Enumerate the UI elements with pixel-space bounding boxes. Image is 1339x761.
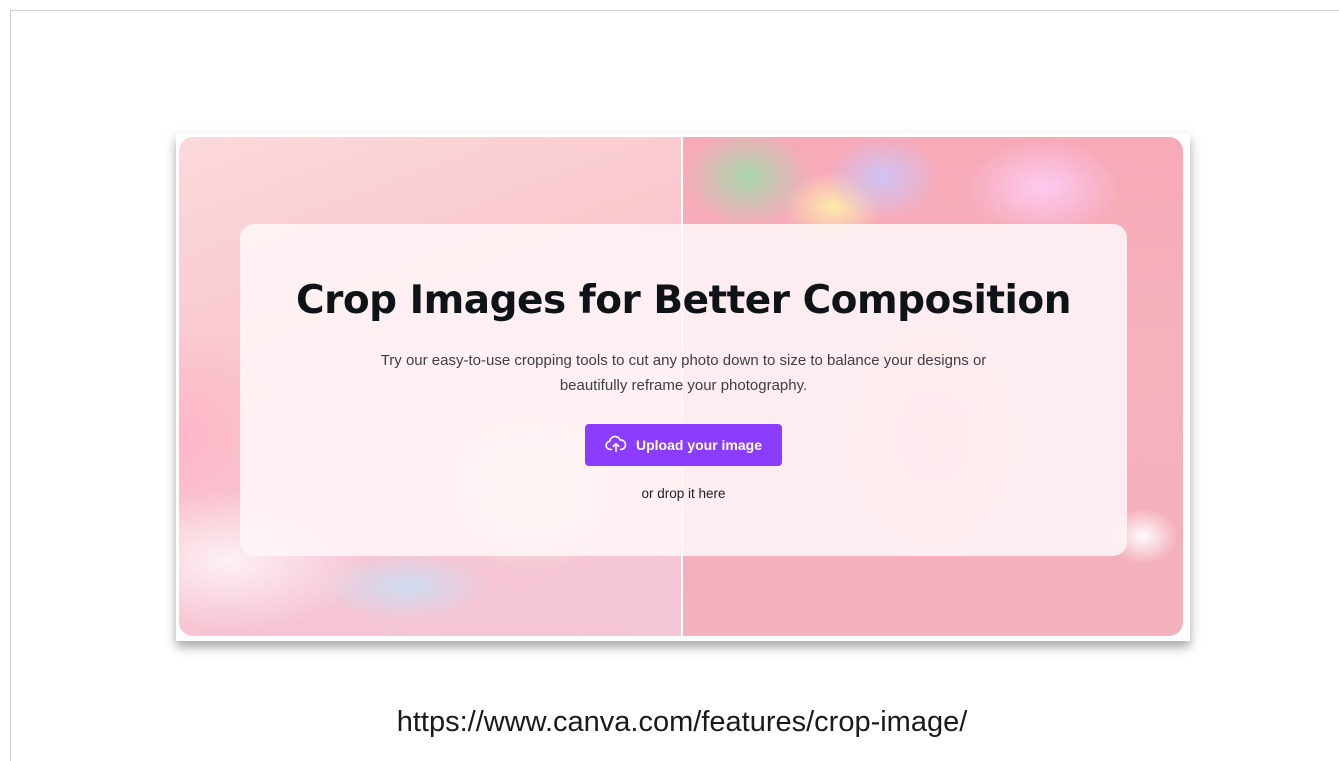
hero-card: Crop Images for Better Composition Try o… [240, 224, 1127, 556]
hero-headline: Crop Images for Better Composition [296, 278, 1071, 323]
hero-subtext: Try our easy-to-use cropping tools to cu… [300, 348, 1067, 398]
cloud-upload-icon [605, 435, 627, 456]
upload-button-label: Upload your image [635, 437, 763, 453]
drop-zone-text: or drop it here [641, 486, 726, 501]
hero-subtext-line-2: beautifully reframe your photography. [559, 377, 808, 394]
webpage-screenshot: Crop Images for Better Composition Try o… [176, 133, 1190, 641]
hero-banner: Crop Images for Better Composition Try o… [179, 137, 1183, 636]
source-url-caption: https://www.canva.com/features/crop-imag… [396, 706, 968, 738]
hero-subtext-line-1: Try our easy-to-use cropping tools to cu… [380, 352, 987, 369]
upload-image-button[interactable]: Upload your image [585, 424, 782, 466]
